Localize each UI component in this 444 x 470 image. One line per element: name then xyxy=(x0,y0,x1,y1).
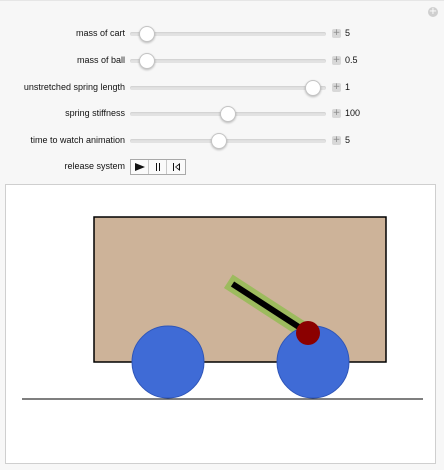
slider-label: mass of ball xyxy=(76,55,125,65)
slider-thumb[interactable] xyxy=(139,26,155,42)
plus-icon[interactable]: + xyxy=(332,56,341,65)
slider-row-mass-of-cart: mass of cart + 5 xyxy=(0,25,444,43)
time-to-watch-animation-slider[interactable] xyxy=(130,139,326,143)
reset-button[interactable] xyxy=(167,160,185,174)
slider-value: 0.5 xyxy=(345,55,358,65)
plus-icon[interactable]: + xyxy=(332,109,341,118)
left-wheel xyxy=(131,325,205,399)
slider-label: mass of cart xyxy=(75,28,125,38)
pause-button[interactable] xyxy=(149,160,167,174)
slider-value: 1 xyxy=(345,82,351,92)
cart-scene xyxy=(22,216,423,400)
control-panel: + mass of cart + 5 mass of ball + 0.5 un… xyxy=(0,0,444,470)
animation-canvas xyxy=(5,184,436,464)
pause-icon xyxy=(155,163,160,171)
slider-label: unstretched spring length xyxy=(23,82,125,92)
slider-label: spring stiffness xyxy=(65,108,125,118)
slider-row-time-to-watch-animation: time to watch animation + 5 xyxy=(0,132,444,150)
slider-thumb[interactable] xyxy=(220,106,236,122)
slider-value: 100 xyxy=(345,108,361,118)
slider-row-mass-of-ball: mass of ball + 0.5 xyxy=(0,52,444,70)
ball xyxy=(296,321,320,345)
slider-thumb[interactable] xyxy=(211,133,227,149)
plus-icon[interactable]: + xyxy=(428,7,438,17)
release-system-row: release system xyxy=(0,158,444,176)
slider-thumb[interactable] xyxy=(139,53,155,69)
mass-of-cart-slider[interactable] xyxy=(130,32,326,36)
plus-icon[interactable]: + xyxy=(332,29,341,38)
plus-icon[interactable]: + xyxy=(332,83,341,92)
slider-row-unstretched-spring-length: unstretched spring length + 1 xyxy=(0,79,444,97)
slider-value: 5 xyxy=(345,28,351,38)
slider-row-spring-stiffness: spring stiffness + 100 xyxy=(0,105,444,123)
slider-thumb[interactable] xyxy=(304,80,321,96)
plus-icon[interactable]: + xyxy=(332,136,341,145)
slider-value: 5 xyxy=(345,135,351,145)
unstretched-spring-length-slider[interactable] xyxy=(130,86,326,90)
release-system-label: release system xyxy=(64,161,125,171)
animation-controls xyxy=(130,159,186,175)
slider-label: time to watch animation xyxy=(30,135,125,145)
reset-icon xyxy=(172,163,180,171)
play-icon xyxy=(134,163,145,171)
play-button[interactable] xyxy=(131,160,149,174)
mass-of-ball-slider[interactable] xyxy=(130,59,326,63)
